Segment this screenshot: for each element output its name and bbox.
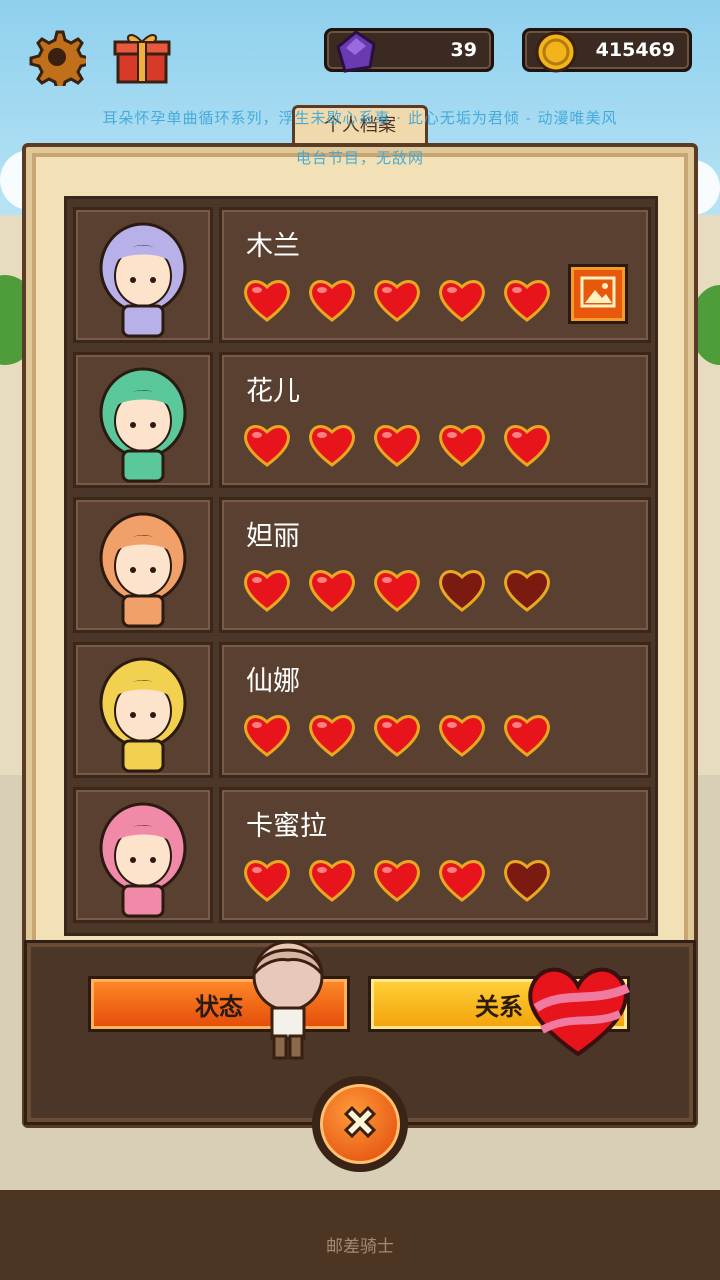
character-info: 木兰 — [219, 207, 651, 343]
affection-hearts — [242, 856, 552, 902]
character-portrait — [73, 642, 213, 778]
heart-full-icon — [242, 421, 292, 467]
character-info: 妲丽 — [219, 497, 651, 633]
gold-counter: 415469 — [522, 28, 692, 73]
heart-full-icon — [307, 421, 357, 467]
heart-full-icon — [437, 711, 487, 757]
close-icon — [338, 1100, 382, 1148]
heart-full-icon — [242, 276, 292, 322]
character-row[interactable]: 花儿 — [71, 348, 653, 488]
gift-icon[interactable] — [112, 28, 172, 86]
heart-full-icon — [437, 276, 487, 322]
affection-hearts — [242, 711, 552, 757]
character-info: 卡蜜拉 — [219, 787, 651, 923]
heart-full-icon — [372, 566, 422, 612]
character-info: 花儿 — [219, 352, 651, 488]
close-button[interactable] — [312, 1076, 408, 1172]
relation-button-label: 关系 — [475, 992, 523, 1021]
character-info: 仙娜 — [219, 642, 651, 778]
heart-full-icon — [502, 421, 552, 467]
heart-full-icon — [242, 711, 292, 757]
gold-count: 415469 — [595, 39, 675, 61]
heart-empty-icon — [502, 566, 552, 612]
footer-title: 邮差骑士 — [326, 1237, 394, 1257]
character-portrait — [73, 207, 213, 343]
heart-full-icon — [242, 566, 292, 612]
gem-count: 39 — [450, 39, 477, 61]
character-name: 木兰 — [246, 231, 300, 262]
character-row[interactable]: 妲丽 — [71, 493, 653, 633]
character-name: 仙娜 — [246, 666, 300, 697]
hero-character-icon — [248, 936, 328, 1062]
affection-hearts — [242, 421, 552, 467]
heart-full-icon — [307, 711, 357, 757]
gear-icon[interactable] — [28, 28, 91, 92]
character-portrait — [73, 352, 213, 488]
relation-heart-icon — [522, 960, 634, 1060]
character-name: 卡蜜拉 — [246, 811, 327, 842]
character-row[interactable]: 仙娜 — [71, 638, 653, 778]
character-portrait — [73, 497, 213, 633]
character-list[interactable]: 木兰花儿妲丽仙娜卡蜜拉 — [64, 196, 658, 936]
heart-full-icon — [437, 856, 487, 902]
subtitle-line-1: 耳朵怀孕单曲循环系列，浮生未歇心系事 · 此心无垢为君倾 - 动漫唯美风 — [102, 109, 618, 127]
status-button-label: 状态 — [195, 992, 243, 1021]
heart-full-icon — [372, 711, 422, 757]
character-portrait — [73, 787, 213, 923]
heart-full-icon — [437, 421, 487, 467]
character-name: 妲丽 — [246, 521, 300, 552]
heart-full-icon — [372, 856, 422, 902]
gem-icon — [333, 29, 379, 80]
heart-full-icon — [307, 566, 357, 612]
heart-empty-icon — [502, 856, 552, 902]
subtitle-line-2: 电台节目，无敌网 — [295, 149, 424, 167]
heart-full-icon — [242, 856, 292, 902]
gold-coin-icon — [533, 29, 579, 80]
heart-empty-icon — [437, 566, 487, 612]
affection-hearts — [242, 566, 552, 612]
gem-counter: 39 — [324, 28, 494, 73]
picture-icon — [580, 276, 616, 312]
album-button[interactable] — [568, 264, 628, 324]
heart-full-icon — [372, 276, 422, 322]
heart-full-icon — [307, 276, 357, 322]
character-row[interactable]: 卡蜜拉 — [71, 783, 653, 923]
heart-full-icon — [307, 856, 357, 902]
character-name: 花儿 — [246, 376, 300, 407]
heart-full-icon — [502, 711, 552, 757]
heart-full-icon — [372, 421, 422, 467]
heart-full-icon — [502, 276, 552, 322]
character-row[interactable]: 木兰 — [71, 203, 653, 343]
affection-hearts — [242, 276, 552, 322]
